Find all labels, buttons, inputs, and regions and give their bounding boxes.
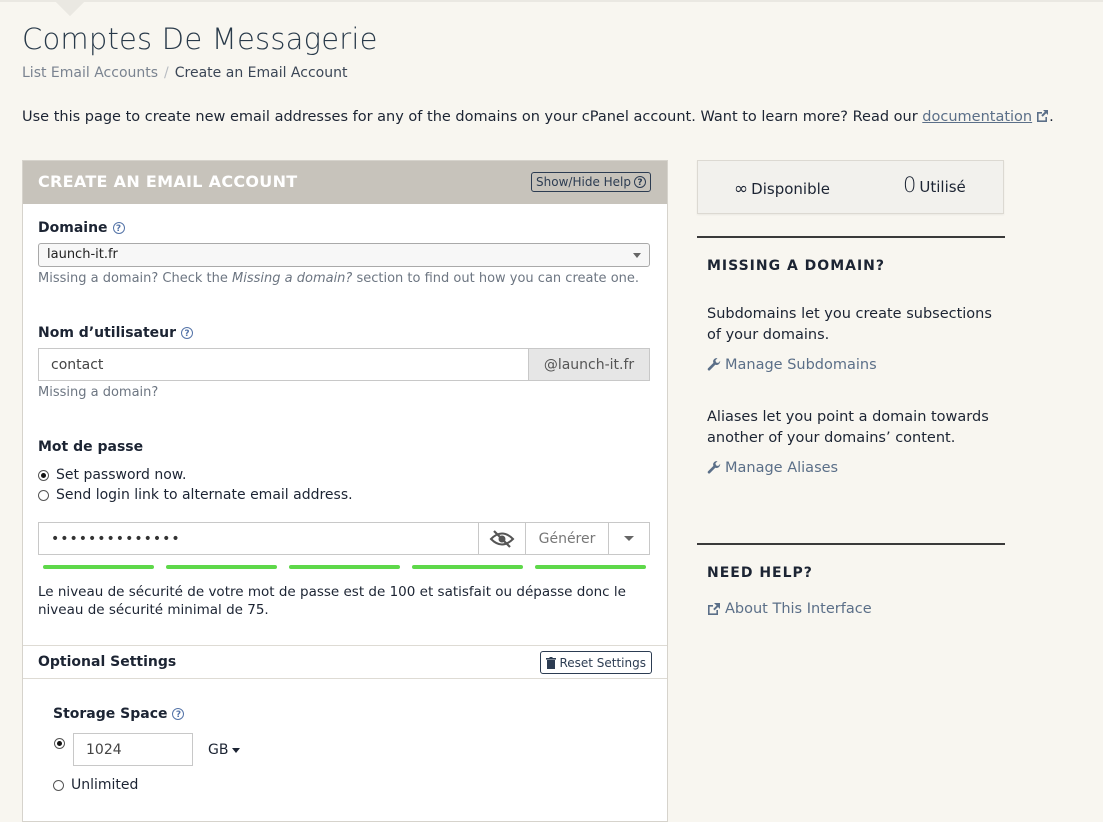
unlimited-radio[interactable] bbox=[53, 779, 64, 791]
password-group: •••••••••••••• Générer bbox=[38, 522, 650, 555]
documentation-link[interactable]: documentation bbox=[922, 109, 1032, 125]
breadcrumb: List Email Accounts / Create an Email Acco… bbox=[22, 65, 347, 81]
unlimited-label: Unlimited bbox=[71, 777, 139, 793]
top-border bbox=[0, 0, 1103, 2]
missing-domain-rule bbox=[697, 236, 1005, 238]
trash-icon bbox=[546, 656, 557, 669]
external-link-icon[interactable] bbox=[1035, 109, 1049, 123]
domain-hint-pre: Missing a domain? Check the bbox=[38, 271, 233, 286]
account-stats-box: ∞ Disponible 0 Utilisé bbox=[697, 160, 1004, 214]
manage-aliases-link[interactable]: Manage Aliases bbox=[707, 460, 838, 476]
optional-divider-bottom bbox=[23, 678, 667, 679]
intro-paragraph: Use this page to create new email addres… bbox=[22, 109, 1054, 125]
wrench-icon bbox=[707, 358, 721, 371]
manage-aliases-label: Manage Aliases bbox=[725, 460, 839, 476]
generate-options-dropdown[interactable] bbox=[608, 523, 649, 554]
about-interface-link[interactable]: About This Interface bbox=[707, 601, 872, 617]
password-input[interactable]: •••••••••••••• bbox=[39, 523, 478, 554]
need-help-heading: NEED HELP? bbox=[707, 565, 813, 581]
strength-segment bbox=[166, 565, 277, 569]
eye-slash-icon bbox=[489, 529, 515, 548]
username-group: contact @launch-it.fr bbox=[38, 348, 650, 381]
storage-label-text: Storage Space bbox=[53, 706, 168, 722]
used-stat: 0 Utilisé bbox=[903, 173, 966, 197]
caret-down-icon bbox=[232, 747, 241, 753]
set-password-label: Set password now. bbox=[56, 467, 187, 483]
intro-end: . bbox=[1049, 109, 1054, 125]
username-input[interactable]: contact bbox=[39, 349, 528, 380]
reset-settings-button[interactable]: Reset Settings bbox=[540, 651, 652, 674]
username-label-text: Nom d’utilisateur bbox=[38, 325, 177, 341]
optional-settings-title: Optional Settings bbox=[38, 654, 177, 670]
toggle-visibility-button[interactable] bbox=[478, 523, 525, 554]
domain-label-text: Domaine bbox=[38, 220, 108, 236]
subdomains-text: Subdomains let you create subsections of… bbox=[707, 306, 992, 343]
storage-quota-input[interactable]: 1024 bbox=[73, 733, 193, 766]
set-password-radio[interactable] bbox=[38, 469, 49, 481]
reset-settings-label: Reset Settings bbox=[559, 655, 646, 670]
create-email-panel: CREATE AN EMAIL ACCOUNT Show/Hide Help ?… bbox=[22, 160, 668, 822]
send-login-link-label: Send login link to alternate email addre… bbox=[56, 487, 353, 503]
infinity-icon: ∞ bbox=[734, 179, 749, 199]
username-domain-suffix: @launch-it.fr bbox=[528, 349, 649, 380]
send-login-link-option[interactable]: Send login link to alternate email addre… bbox=[38, 487, 353, 503]
need-help-rule bbox=[697, 543, 1005, 545]
available-stat: ∞ Disponible bbox=[734, 179, 830, 199]
password-strength-text: Le niveau de sécurité de votre mot de pa… bbox=[38, 584, 626, 618]
domain-hint-post: section to find out how you can create o… bbox=[352, 271, 640, 286]
strength-segment bbox=[535, 565, 646, 569]
password-label: Mot de passe bbox=[38, 439, 144, 455]
panel-header: CREATE AN EMAIL ACCOUNT Show/Hide Help ? bbox=[23, 161, 667, 204]
username-label: Nom d’utilisateur ? bbox=[38, 325, 194, 341]
manage-subdomains-link[interactable]: Manage Subdomains bbox=[707, 357, 877, 373]
used-label: Utilisé bbox=[919, 178, 966, 196]
set-password-now-option[interactable]: Set password now. bbox=[38, 467, 186, 483]
strength-segment bbox=[289, 565, 400, 569]
wrench-icon bbox=[707, 461, 721, 474]
unlimited-option[interactable]: Unlimited bbox=[53, 777, 138, 793]
dropdown-caret-icon bbox=[633, 253, 641, 258]
show-hide-help-button[interactable]: Show/Hide Help ? bbox=[531, 172, 651, 192]
question-circle-icon: ? bbox=[634, 176, 646, 188]
about-interface-label: About This Interface bbox=[725, 601, 872, 617]
storage-unit-label: GB bbox=[208, 742, 229, 758]
strength-segment bbox=[412, 565, 523, 569]
missing-domain-heading: MISSING A DOMAIN? bbox=[707, 258, 886, 274]
username-help-icon[interactable]: ? bbox=[181, 327, 194, 339]
aliases-text: Aliases let you point a domain towards a… bbox=[707, 409, 989, 446]
domain-select[interactable]: launch-it.fr bbox=[38, 243, 650, 267]
available-label: Disponible bbox=[751, 180, 830, 198]
breadcrumb-list-email-accounts[interactable]: List Email Accounts bbox=[22, 65, 158, 81]
password-strength-meter bbox=[43, 565, 646, 569]
username-hint[interactable]: Missing a domain? bbox=[38, 385, 158, 400]
storage-help-icon[interactable]: ? bbox=[172, 708, 185, 720]
optional-divider-top bbox=[23, 645, 667, 646]
help-toggle-label: Show/Hide Help bbox=[536, 175, 631, 189]
storage-limit-radio[interactable] bbox=[54, 738, 65, 749]
domain-help-icon[interactable]: ? bbox=[112, 222, 125, 234]
domain-hint: Missing a domain? Check the Missing a do… bbox=[38, 271, 639, 286]
breadcrumb-separator: / bbox=[164, 65, 169, 81]
page-title: Comptes De Messagerie bbox=[22, 22, 378, 56]
strength-segment bbox=[43, 565, 154, 569]
domain-hint-em: Missing a domain? bbox=[232, 271, 353, 286]
storage-space-label: Storage Space ? bbox=[53, 706, 185, 722]
send-login-link-radio[interactable] bbox=[38, 489, 49, 501]
storage-unit-dropdown[interactable]: GB bbox=[208, 742, 241, 758]
panel-title: CREATE AN EMAIL ACCOUNT bbox=[38, 172, 298, 191]
domain-label: Domaine ? bbox=[38, 220, 125, 236]
chevron-down-icon bbox=[624, 536, 634, 541]
external-link-icon bbox=[708, 603, 720, 615]
intro-text: Use this page to create new email addres… bbox=[22, 109, 918, 125]
generate-password-button[interactable]: Générer bbox=[525, 523, 608, 554]
breadcrumb-current: Create an Email Account bbox=[174, 65, 348, 81]
domain-select-value: launch-it.fr bbox=[47, 247, 118, 262]
used-count: 0 bbox=[903, 173, 917, 197]
manage-subdomains-label: Manage Subdomains bbox=[725, 357, 877, 373]
top-notch bbox=[55, 0, 85, 17]
